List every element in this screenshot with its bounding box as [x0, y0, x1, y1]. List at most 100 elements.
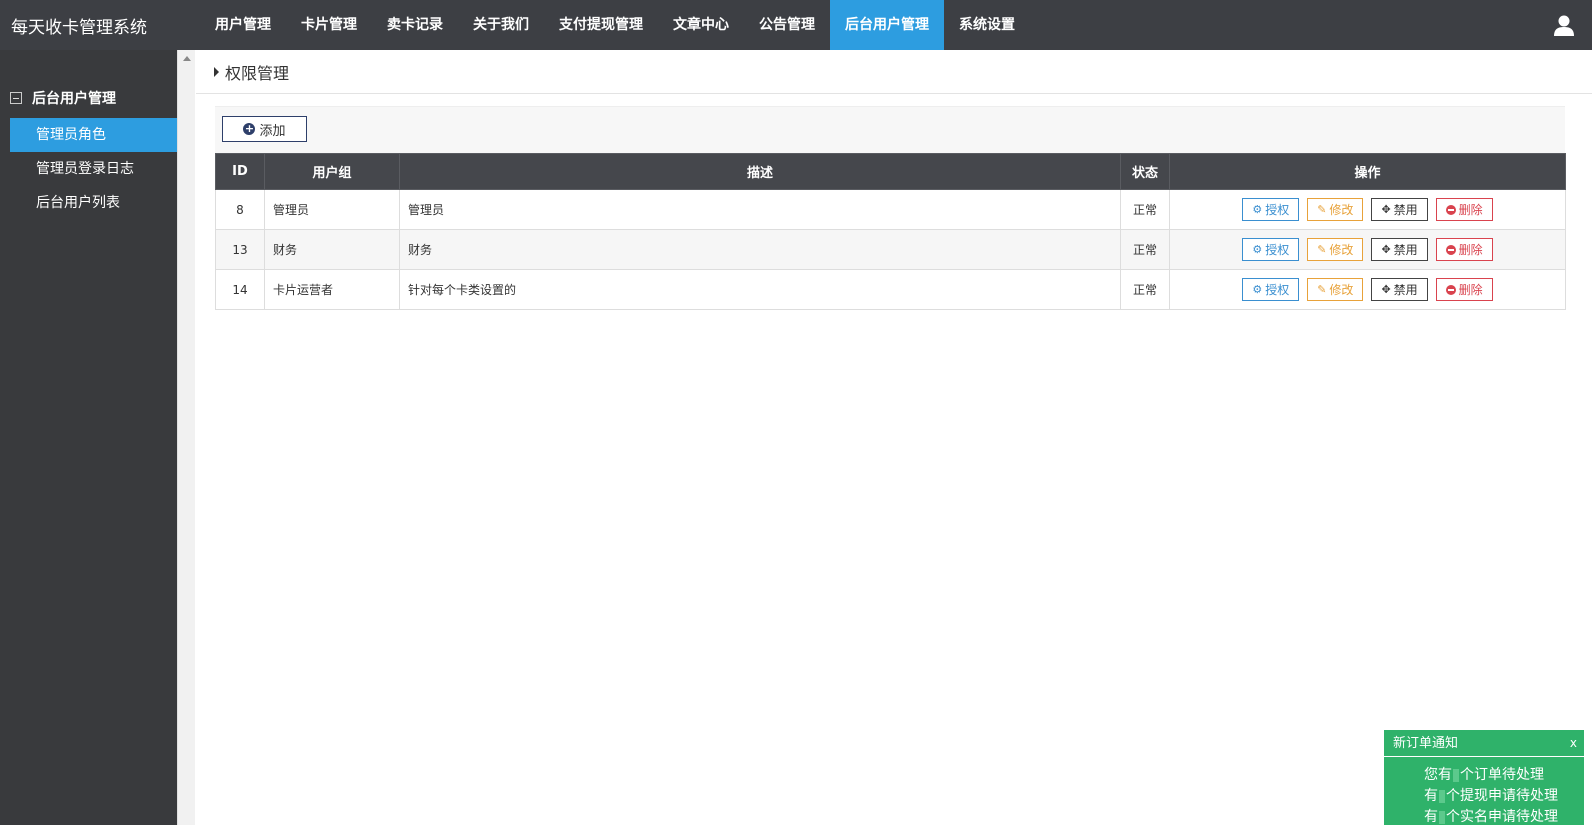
crosshair-icon: ✥ — [1381, 283, 1391, 296]
disable-label: 禁用 — [1393, 283, 1418, 297]
authorize-button[interactable]: ⚙ 授权 — [1242, 278, 1300, 301]
add-button[interactable]: + 添加 — [222, 116, 307, 142]
notification-line-orders: 您有 个订单待处理 — [1424, 765, 1584, 786]
plus-circle-icon: + — [243, 122, 256, 135]
nav-item-admin-users[interactable]: 后台用户管理 — [830, 0, 944, 50]
cell-status: 正常 — [1120, 189, 1170, 230]
pencil-icon: ✎ — [1317, 203, 1327, 216]
notification-header: 新订单通知 x — [1384, 730, 1584, 757]
cogs-icon: ⚙ — [1252, 203, 1263, 216]
count-placeholder — [1439, 789, 1445, 803]
count-placeholder — [1453, 768, 1459, 782]
roles-table: ID 用户组 描述 状态 操作 8 管理员 管理员 正常 ⚙ 授权 ✎ 修改 ✥… — [215, 153, 1566, 310]
edit-button[interactable]: ✎ 修改 — [1307, 278, 1364, 301]
table-row: 13 财务 财务 正常 ⚙ 授权 ✎ 修改 ✥ 禁用 删除 — [215, 229, 1566, 270]
nav-item-card-sales[interactable]: 卖卡记录 — [372, 0, 458, 50]
cell-desc: 管理员 — [399, 189, 1121, 230]
pencil-icon: ✎ — [1317, 283, 1327, 296]
line-prefix: 有 — [1424, 809, 1438, 825]
line-prefix: 有 — [1424, 788, 1438, 804]
cell-id: 13 — [215, 229, 265, 270]
disable-button[interactable]: ✥ 禁用 — [1371, 278, 1428, 301]
delete-label: 删除 — [1458, 243, 1483, 257]
page-title: 权限管理 — [225, 63, 290, 83]
main-nav: 用户管理 卡片管理 卖卡记录 关于我们 支付提现管理 文章中心 公告管理 后台用… — [200, 0, 1030, 50]
pencil-icon: ✎ — [1317, 243, 1327, 256]
sidebar-item-user-list[interactable]: 后台用户列表 — [10, 186, 177, 220]
authorize-button[interactable]: ⚙ 授权 — [1242, 198, 1300, 221]
table-row: 14 卡片运营者 针对每个卡类设置的 正常 ⚙ 授权 ✎ 修改 ✥ 禁用 删除 — [215, 269, 1566, 310]
cogs-icon: ⚙ — [1252, 243, 1263, 256]
delete-label: 删除 — [1458, 203, 1483, 217]
cell-actions: ⚙ 授权 ✎ 修改 ✥ 禁用 删除 — [1169, 189, 1566, 230]
authorize-label: 授权 — [1265, 243, 1290, 257]
sidebar-scrollbar[interactable] — [177, 50, 195, 825]
cell-group: 卡片运营者 — [264, 269, 400, 310]
collapse-icon[interactable] — [10, 92, 22, 104]
nav-item-articles[interactable]: 文章中心 — [658, 0, 744, 50]
sidebar-list: 管理员角色 管理员登录日志 后台用户列表 — [10, 118, 177, 220]
line-suffix: 个实名申请待处理 — [1446, 809, 1558, 825]
authorize-label: 授权 — [1265, 203, 1290, 217]
notification-line-withdraw: 有个提现申请待处理 — [1424, 786, 1584, 807]
cell-id: 14 — [215, 269, 265, 310]
nav-item-user-management[interactable]: 用户管理 — [200, 0, 286, 50]
line-suffix: 个订单待处理 — [1460, 767, 1544, 783]
header-group: 用户组 — [264, 153, 400, 190]
header-desc: 描述 — [399, 153, 1121, 190]
cell-actions: ⚙ 授权 ✎ 修改 ✥ 禁用 删除 — [1169, 229, 1566, 270]
disable-button[interactable]: ✥ 禁用 — [1371, 198, 1428, 221]
header-status: 状态 — [1120, 153, 1170, 190]
cell-group: 财务 — [264, 229, 400, 270]
notification-close-button[interactable]: x — [1570, 730, 1577, 757]
authorize-label: 授权 — [1265, 283, 1290, 297]
delete-button[interactable]: 删除 — [1435, 198, 1493, 221]
main-content: 权限管理 + 添加 ID 用户组 描述 状态 操作 8 管理员 管理员 正常 ⚙… — [196, 50, 1592, 825]
scroll-up-arrow-icon[interactable] — [183, 56, 191, 61]
caret-right-icon — [214, 66, 219, 77]
roles-panel: + 添加 ID 用户组 描述 状态 操作 8 管理员 管理员 正常 ⚙ 授权 ✎… — [215, 106, 1566, 366]
edit-button[interactable]: ✎ 修改 — [1307, 238, 1364, 261]
table-header-row: ID 用户组 描述 状态 操作 — [215, 153, 1566, 190]
nav-item-payment-withdraw[interactable]: 支付提现管理 — [544, 0, 658, 50]
cell-actions: ⚙ 授权 ✎ 修改 ✥ 禁用 删除 — [1169, 269, 1566, 310]
sidebar: 后台用户管理 管理员角色 管理员登录日志 后台用户列表 — [0, 50, 177, 825]
minus-circle-icon — [1445, 284, 1456, 295]
cell-id: 8 — [215, 189, 265, 230]
brand-title: 每天收卡管理系统 — [11, 17, 147, 38]
nav-item-card-management[interactable]: 卡片管理 — [286, 0, 372, 50]
cell-status: 正常 — [1120, 269, 1170, 310]
edit-label: 修改 — [1329, 243, 1354, 257]
notification-title: 新订单通知 — [1393, 736, 1459, 751]
toolbar: + 添加 — [215, 106, 1565, 153]
delete-button[interactable]: 删除 — [1435, 238, 1493, 261]
nav-item-announcements[interactable]: 公告管理 — [744, 0, 830, 50]
cell-group: 管理员 — [264, 189, 400, 230]
minus-circle-icon — [1445, 244, 1456, 255]
delete-label: 删除 — [1458, 283, 1483, 297]
notification-line-realname: 有个实名申请待处理 — [1424, 807, 1584, 825]
cell-status: 正常 — [1120, 229, 1170, 270]
header-actions: 操作 — [1169, 153, 1566, 190]
edit-button[interactable]: ✎ 修改 — [1307, 198, 1364, 221]
crosshair-icon: ✥ — [1381, 243, 1391, 256]
delete-button[interactable]: 删除 — [1435, 278, 1493, 301]
authorize-button[interactable]: ⚙ 授权 — [1242, 238, 1300, 261]
nav-item-settings[interactable]: 系统设置 — [944, 0, 1030, 50]
nav-item-about-us[interactable]: 关于我们 — [458, 0, 544, 50]
header-id: ID — [215, 153, 265, 190]
order-notification: 新订单通知 x 您有 个订单待处理 有个提现申请待处理 有个实名申请待处理 — [1384, 730, 1584, 825]
notification-body: 您有 个订单待处理 有个提现申请待处理 有个实名申请待处理 — [1384, 757, 1584, 825]
cell-desc: 针对每个卡类设置的 — [399, 269, 1121, 310]
add-button-label: 添加 — [259, 123, 286, 139]
disable-label: 禁用 — [1393, 243, 1418, 257]
user-icon[interactable] — [1552, 13, 1576, 37]
sidebar-item-admin-roles[interactable]: 管理员角色 — [10, 118, 177, 152]
sidebar-item-login-log[interactable]: 管理员登录日志 — [10, 152, 177, 186]
sidebar-group-admin-users[interactable]: 后台用户管理 — [10, 88, 116, 108]
minus-circle-icon — [1445, 204, 1456, 215]
page-header: 权限管理 — [196, 50, 1592, 94]
disable-button[interactable]: ✥ 禁用 — [1371, 238, 1428, 261]
count-placeholder — [1439, 810, 1445, 824]
disable-label: 禁用 — [1393, 203, 1418, 217]
